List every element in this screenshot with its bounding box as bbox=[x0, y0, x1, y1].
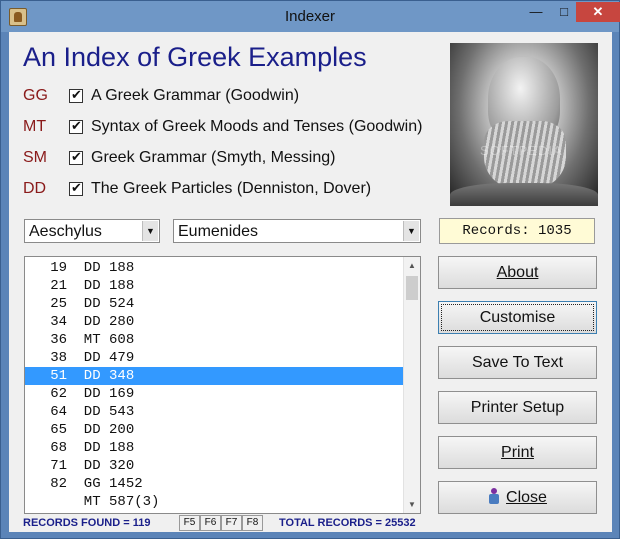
printer-setup-button-label: Printer Setup bbox=[470, 399, 565, 416]
source-code: SM bbox=[23, 149, 47, 166]
customise-button[interactable]: Customise bbox=[438, 301, 597, 334]
maximize-button[interactable]: □ bbox=[550, 2, 578, 22]
scroll-down-icon[interactable]: ▼ bbox=[404, 496, 420, 513]
source-code: DD bbox=[23, 180, 47, 197]
chevron-down-icon[interactable]: ▼ bbox=[142, 221, 158, 241]
chevron-down-icon[interactable]: ▼ bbox=[403, 221, 419, 241]
source-row-sm: SM Greek Grammar (Smyth, Messing) bbox=[23, 146, 335, 170]
results-list[interactable]: 19 DD 188 21 DD 188 25 DD 524 34 DD 280 … bbox=[24, 256, 421, 514]
records-count: Records: 1035 bbox=[439, 218, 595, 244]
title-bar[interactable]: Indexer — □ ✕ bbox=[1, 1, 620, 32]
close-button-label: Close bbox=[506, 489, 547, 506]
f7-button[interactable]: F7 bbox=[221, 515, 242, 531]
list-item[interactable]: 51 DD 348 bbox=[25, 367, 403, 385]
work-select[interactable]: Eumenides ▼ bbox=[173, 219, 421, 243]
scroll-thumb[interactable] bbox=[406, 276, 418, 300]
list-item[interactable]: 62 DD 169 bbox=[25, 385, 403, 403]
source-label: Syntax of Greek Moods and Tenses (Goodwi… bbox=[91, 118, 423, 135]
save-button-label: Save To Text bbox=[471, 354, 564, 371]
watermark-text: SOFTPEDIA bbox=[480, 143, 563, 158]
list-item[interactable]: 64 DD 543 bbox=[25, 403, 403, 421]
list-item[interactable]: 65 DD 200 bbox=[25, 421, 403, 439]
list-item[interactable]: 71 DD 320 bbox=[25, 457, 403, 475]
about-button-label: About bbox=[496, 264, 539, 281]
author-select-value: Aeschylus bbox=[29, 223, 102, 240]
exit-icon bbox=[488, 488, 500, 504]
close-button[interactable]: Close bbox=[438, 481, 597, 514]
author-select[interactable]: Aeschylus ▼ bbox=[24, 219, 160, 243]
list-item[interactable]: 36 MT 608 bbox=[25, 331, 403, 349]
list-item[interactable]: 68 DD 188 bbox=[25, 439, 403, 457]
work-select-value: Eumenides bbox=[178, 223, 259, 240]
source-checkbox-mt[interactable] bbox=[69, 118, 83, 134]
close-window-button[interactable]: ✕ bbox=[576, 2, 620, 22]
author-portrait: SOFTPEDIA bbox=[450, 43, 598, 206]
list-item[interactable]: 38 DD 479 bbox=[25, 349, 403, 367]
save-to-text-button[interactable]: Save To Text bbox=[438, 346, 597, 379]
indexer-window: Indexer — □ ✕ An Index of Greek Examples… bbox=[0, 0, 620, 539]
list-item[interactable]: 19 DD 188 bbox=[25, 259, 403, 277]
list-item[interactable]: 34 DD 280 bbox=[25, 313, 403, 331]
source-code: GG bbox=[23, 87, 48, 104]
function-keys: F5 F6 F7 F8 bbox=[179, 515, 263, 531]
list-item[interactable]: 25 DD 524 bbox=[25, 295, 403, 313]
minimize-button[interactable]: — bbox=[522, 2, 550, 22]
page-title: An Index of Greek Examples bbox=[23, 42, 367, 72]
f8-button[interactable]: F8 bbox=[242, 515, 263, 531]
list-item[interactable]: 21 DD 188 bbox=[25, 277, 403, 295]
source-row-dd: DD The Greek Particles (Denniston, Dover… bbox=[23, 177, 371, 201]
customise-button-label: Customise bbox=[479, 309, 556, 326]
source-label: Greek Grammar (Smyth, Messing) bbox=[91, 149, 336, 166]
f5-button[interactable]: F5 bbox=[179, 515, 200, 531]
f6-button[interactable]: F6 bbox=[200, 515, 221, 531]
source-row-gg: GG A Greek Grammar (Goodwin) bbox=[23, 84, 299, 108]
list-item[interactable]: MT 587(3) bbox=[25, 493, 403, 511]
status-bar: RECORDS FOUND = 119 F5 F6 F7 F8 TOTAL RE… bbox=[9, 515, 612, 532]
print-button-label: Print bbox=[501, 444, 534, 461]
total-records: TOTAL RECORDS = 25532 bbox=[279, 517, 416, 529]
source-label: A Greek Grammar (Goodwin) bbox=[91, 87, 300, 104]
list-item[interactable]: 82 GG 1452 bbox=[25, 475, 403, 493]
source-row-mt: MT Syntax of Greek Moods and Tenses (Goo… bbox=[23, 115, 422, 139]
source-code: MT bbox=[23, 118, 47, 135]
portrait-shoulders bbox=[450, 183, 598, 206]
source-checkbox-dd[interactable] bbox=[69, 180, 83, 196]
list-scrollbar[interactable]: ▲ ▼ bbox=[403, 257, 420, 513]
about-button[interactable]: About bbox=[438, 256, 597, 289]
source-checkbox-sm[interactable] bbox=[69, 149, 83, 165]
scroll-up-icon[interactable]: ▲ bbox=[404, 257, 420, 274]
client-area: An Index of Greek Examples GG A Greek Gr… bbox=[9, 32, 612, 532]
source-label: The Greek Particles (Denniston, Dover) bbox=[91, 180, 372, 197]
records-found: RECORDS FOUND = 119 bbox=[23, 517, 151, 529]
printer-setup-button[interactable]: Printer Setup bbox=[438, 391, 597, 424]
source-checkbox-gg[interactable] bbox=[69, 87, 83, 103]
print-button[interactable]: Print bbox=[438, 436, 597, 469]
